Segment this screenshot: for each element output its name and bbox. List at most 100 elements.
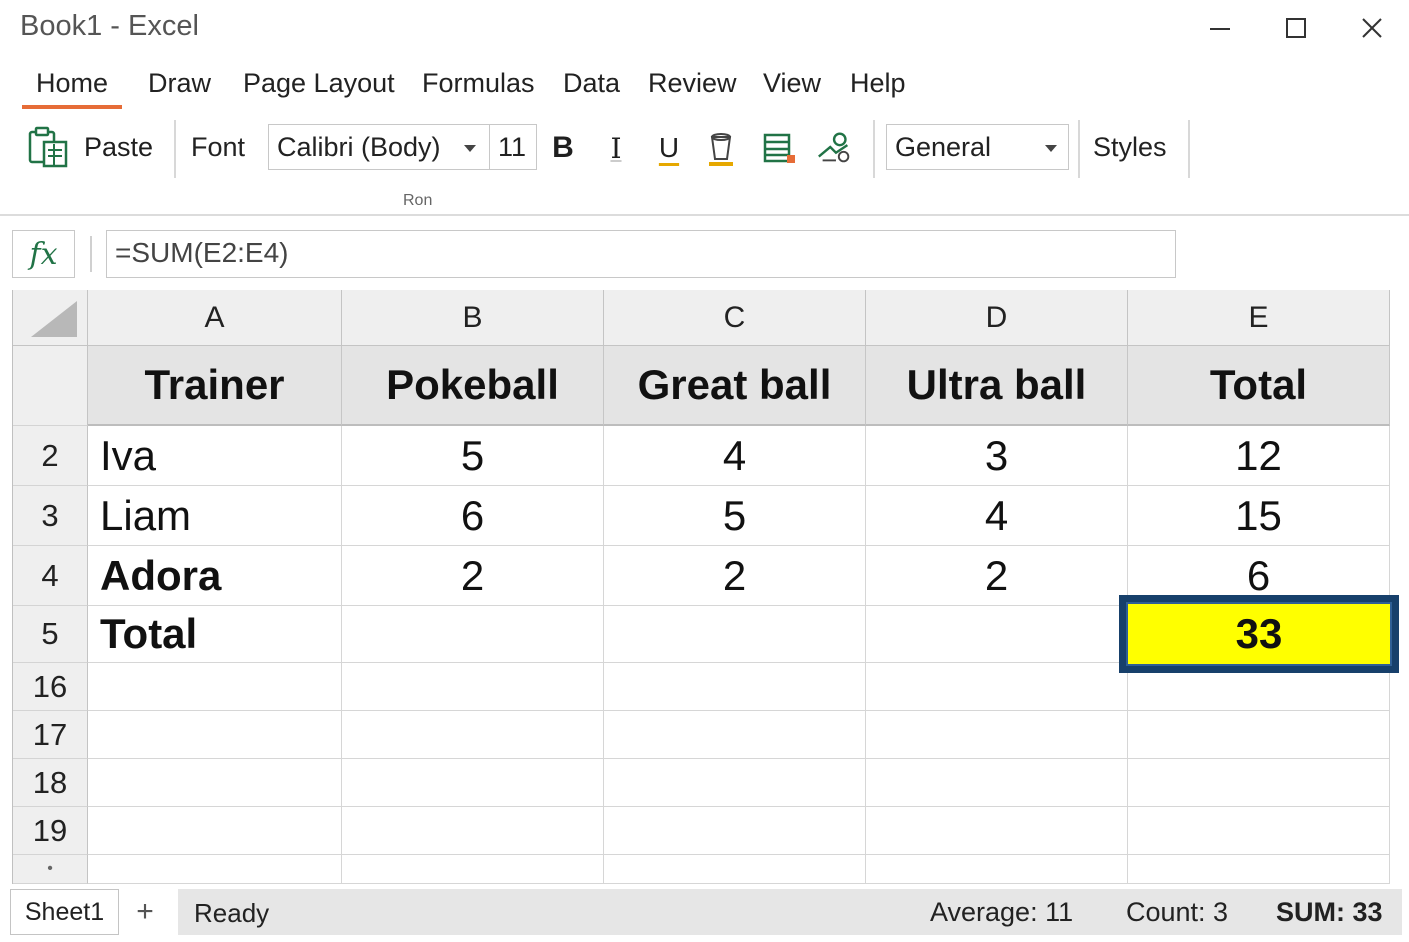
formula-input[interactable]: =SUM(E2:E4) <box>106 230 1176 278</box>
column-header-d[interactable]: D <box>866 290 1128 346</box>
format-painter-icon[interactable] <box>815 126 855 170</box>
styles-button[interactable]: Styles <box>1093 132 1167 163</box>
row-header-3[interactable]: 3 <box>13 486 88 546</box>
empty-cell[interactable] <box>1128 759 1390 807</box>
column-header-a[interactable]: A <box>88 290 342 346</box>
empty-cell[interactable] <box>866 807 1128 855</box>
cell-a2[interactable]: Iva <box>88 426 342 486</box>
cell-b3[interactable]: 6 <box>342 486 604 546</box>
empty-cell[interactable] <box>866 855 1128 884</box>
cell-d2[interactable]: 3 <box>866 426 1128 486</box>
cell-c2[interactable]: 4 <box>604 426 866 486</box>
empty-cell[interactable] <box>866 759 1128 807</box>
ribbon: Paste Font Calibri (Body) 11 B I U Gener… <box>0 116 1409 216</box>
cell-c4[interactable]: 2 <box>604 546 866 606</box>
cell-a4[interactable]: Adora <box>88 546 342 606</box>
empty-cell[interactable] <box>88 711 342 759</box>
cell-a5[interactable]: Total <box>88 606 342 663</box>
sheet-tab[interactable]: Sheet1 <box>10 889 119 935</box>
empty-cell[interactable] <box>88 759 342 807</box>
column-header-b[interactable]: B <box>342 290 604 346</box>
cell-e3[interactable]: 15 <box>1128 486 1390 546</box>
row-header-17[interactable]: 17 <box>13 711 88 759</box>
row-header-16[interactable]: 16 <box>13 663 88 711</box>
header-cell[interactable]: Ultra ball <box>866 346 1128 426</box>
empty-cell[interactable] <box>342 759 604 807</box>
cell-d4[interactable]: 2 <box>866 546 1128 606</box>
empty-cell[interactable] <box>604 759 866 807</box>
tab-help[interactable]: Help <box>850 68 906 99</box>
selected-cell-e5[interactable]: 33 <box>1119 595 1399 673</box>
spreadsheet-grid: A B C D E Trainer Pokeball Great ball Ul… <box>12 290 1402 884</box>
tab-draw[interactable]: Draw <box>148 68 211 99</box>
tab-formulas[interactable]: Formulas <box>422 68 535 99</box>
empty-cell[interactable] <box>88 663 342 711</box>
cell-d5[interactable] <box>866 606 1128 663</box>
select-all-corner[interactable] <box>13 290 88 346</box>
formula-divider <box>90 236 92 272</box>
italic-button[interactable]: I <box>596 126 636 170</box>
row-header-2[interactable]: 2 <box>13 426 88 486</box>
empty-cell[interactable] <box>604 711 866 759</box>
cell-c5[interactable] <box>604 606 866 663</box>
fill-color-icon[interactable] <box>701 126 741 170</box>
empty-cell[interactable] <box>88 855 342 884</box>
cell-a3[interactable]: Liam <box>88 486 342 546</box>
maximize-icon[interactable] <box>1276 8 1316 48</box>
conditional-format-icon[interactable] <box>760 126 800 170</box>
font-name-dropdown[interactable]: Calibri (Body) <box>268 124 490 170</box>
empty-cell[interactable] <box>1128 855 1390 884</box>
empty-cell[interactable] <box>342 855 604 884</box>
ribbon-divider <box>1078 120 1080 178</box>
empty-cell[interactable] <box>604 663 866 711</box>
tab-data[interactable]: Data <box>563 68 620 99</box>
cell-d3[interactable]: 4 <box>866 486 1128 546</box>
empty-cell[interactable] <box>342 711 604 759</box>
ribbon-divider <box>1188 120 1190 178</box>
font-name-value: Calibri (Body) <box>277 132 441 162</box>
cell-b5[interactable] <box>342 606 604 663</box>
fx-icon[interactable]: fx <box>12 230 75 278</box>
header-cell[interactable]: Pokeball <box>342 346 604 426</box>
header-cell[interactable]: Total <box>1128 346 1390 426</box>
add-sheet-icon[interactable]: + <box>130 892 160 932</box>
tab-view[interactable]: View <box>763 68 821 99</box>
font-size-field[interactable]: 11 <box>489 124 537 170</box>
cell-e2[interactable]: 12 <box>1128 426 1390 486</box>
close-icon[interactable] <box>1352 8 1392 48</box>
tab-home[interactable]: Home <box>22 68 123 109</box>
row-header-4[interactable]: 4 <box>13 546 88 606</box>
status-average: Average: 11 <box>930 897 1074 927</box>
minimize-icon[interactable] <box>1200 8 1240 48</box>
tab-review[interactable]: Review <box>648 68 737 99</box>
row-header-18[interactable]: 18 <box>13 759 88 807</box>
empty-cell[interactable] <box>342 663 604 711</box>
ribbon-tabs: Home Draw Page Layout Formulas Data Revi… <box>0 62 1409 110</box>
row-header-1[interactable] <box>13 346 88 426</box>
empty-cell[interactable] <box>604 855 866 884</box>
tab-page-layout[interactable]: Page Layout <box>243 68 395 99</box>
row-header-5[interactable]: 5 <box>13 606 88 663</box>
bold-button[interactable]: B <box>543 126 583 170</box>
ribbon-divider <box>174 120 176 178</box>
empty-cell[interactable] <box>866 711 1128 759</box>
empty-cell[interactable] <box>342 807 604 855</box>
empty-cell[interactable] <box>88 807 342 855</box>
cell-b4[interactable]: 2 <box>342 546 604 606</box>
cell-c3[interactable]: 5 <box>604 486 866 546</box>
empty-cell[interactable] <box>604 807 866 855</box>
column-header-c[interactable]: C <box>604 290 866 346</box>
header-cell[interactable]: Trainer <box>88 346 342 426</box>
underline-button[interactable]: U <box>649 126 689 170</box>
column-header-e[interactable]: E <box>1128 290 1390 346</box>
chevron-down-icon <box>1045 145 1057 152</box>
empty-cell[interactable] <box>866 663 1128 711</box>
paste-button[interactable]: Paste <box>26 124 156 174</box>
header-cell[interactable]: Great ball <box>604 346 866 426</box>
cell-b2[interactable]: 5 <box>342 426 604 486</box>
empty-cell[interactable] <box>1128 711 1390 759</box>
number-format-dropdown[interactable]: General <box>886 124 1069 170</box>
paste-icon <box>26 126 70 173</box>
empty-cell[interactable] <box>1128 807 1390 855</box>
row-header-19[interactable]: 19 <box>13 807 88 855</box>
